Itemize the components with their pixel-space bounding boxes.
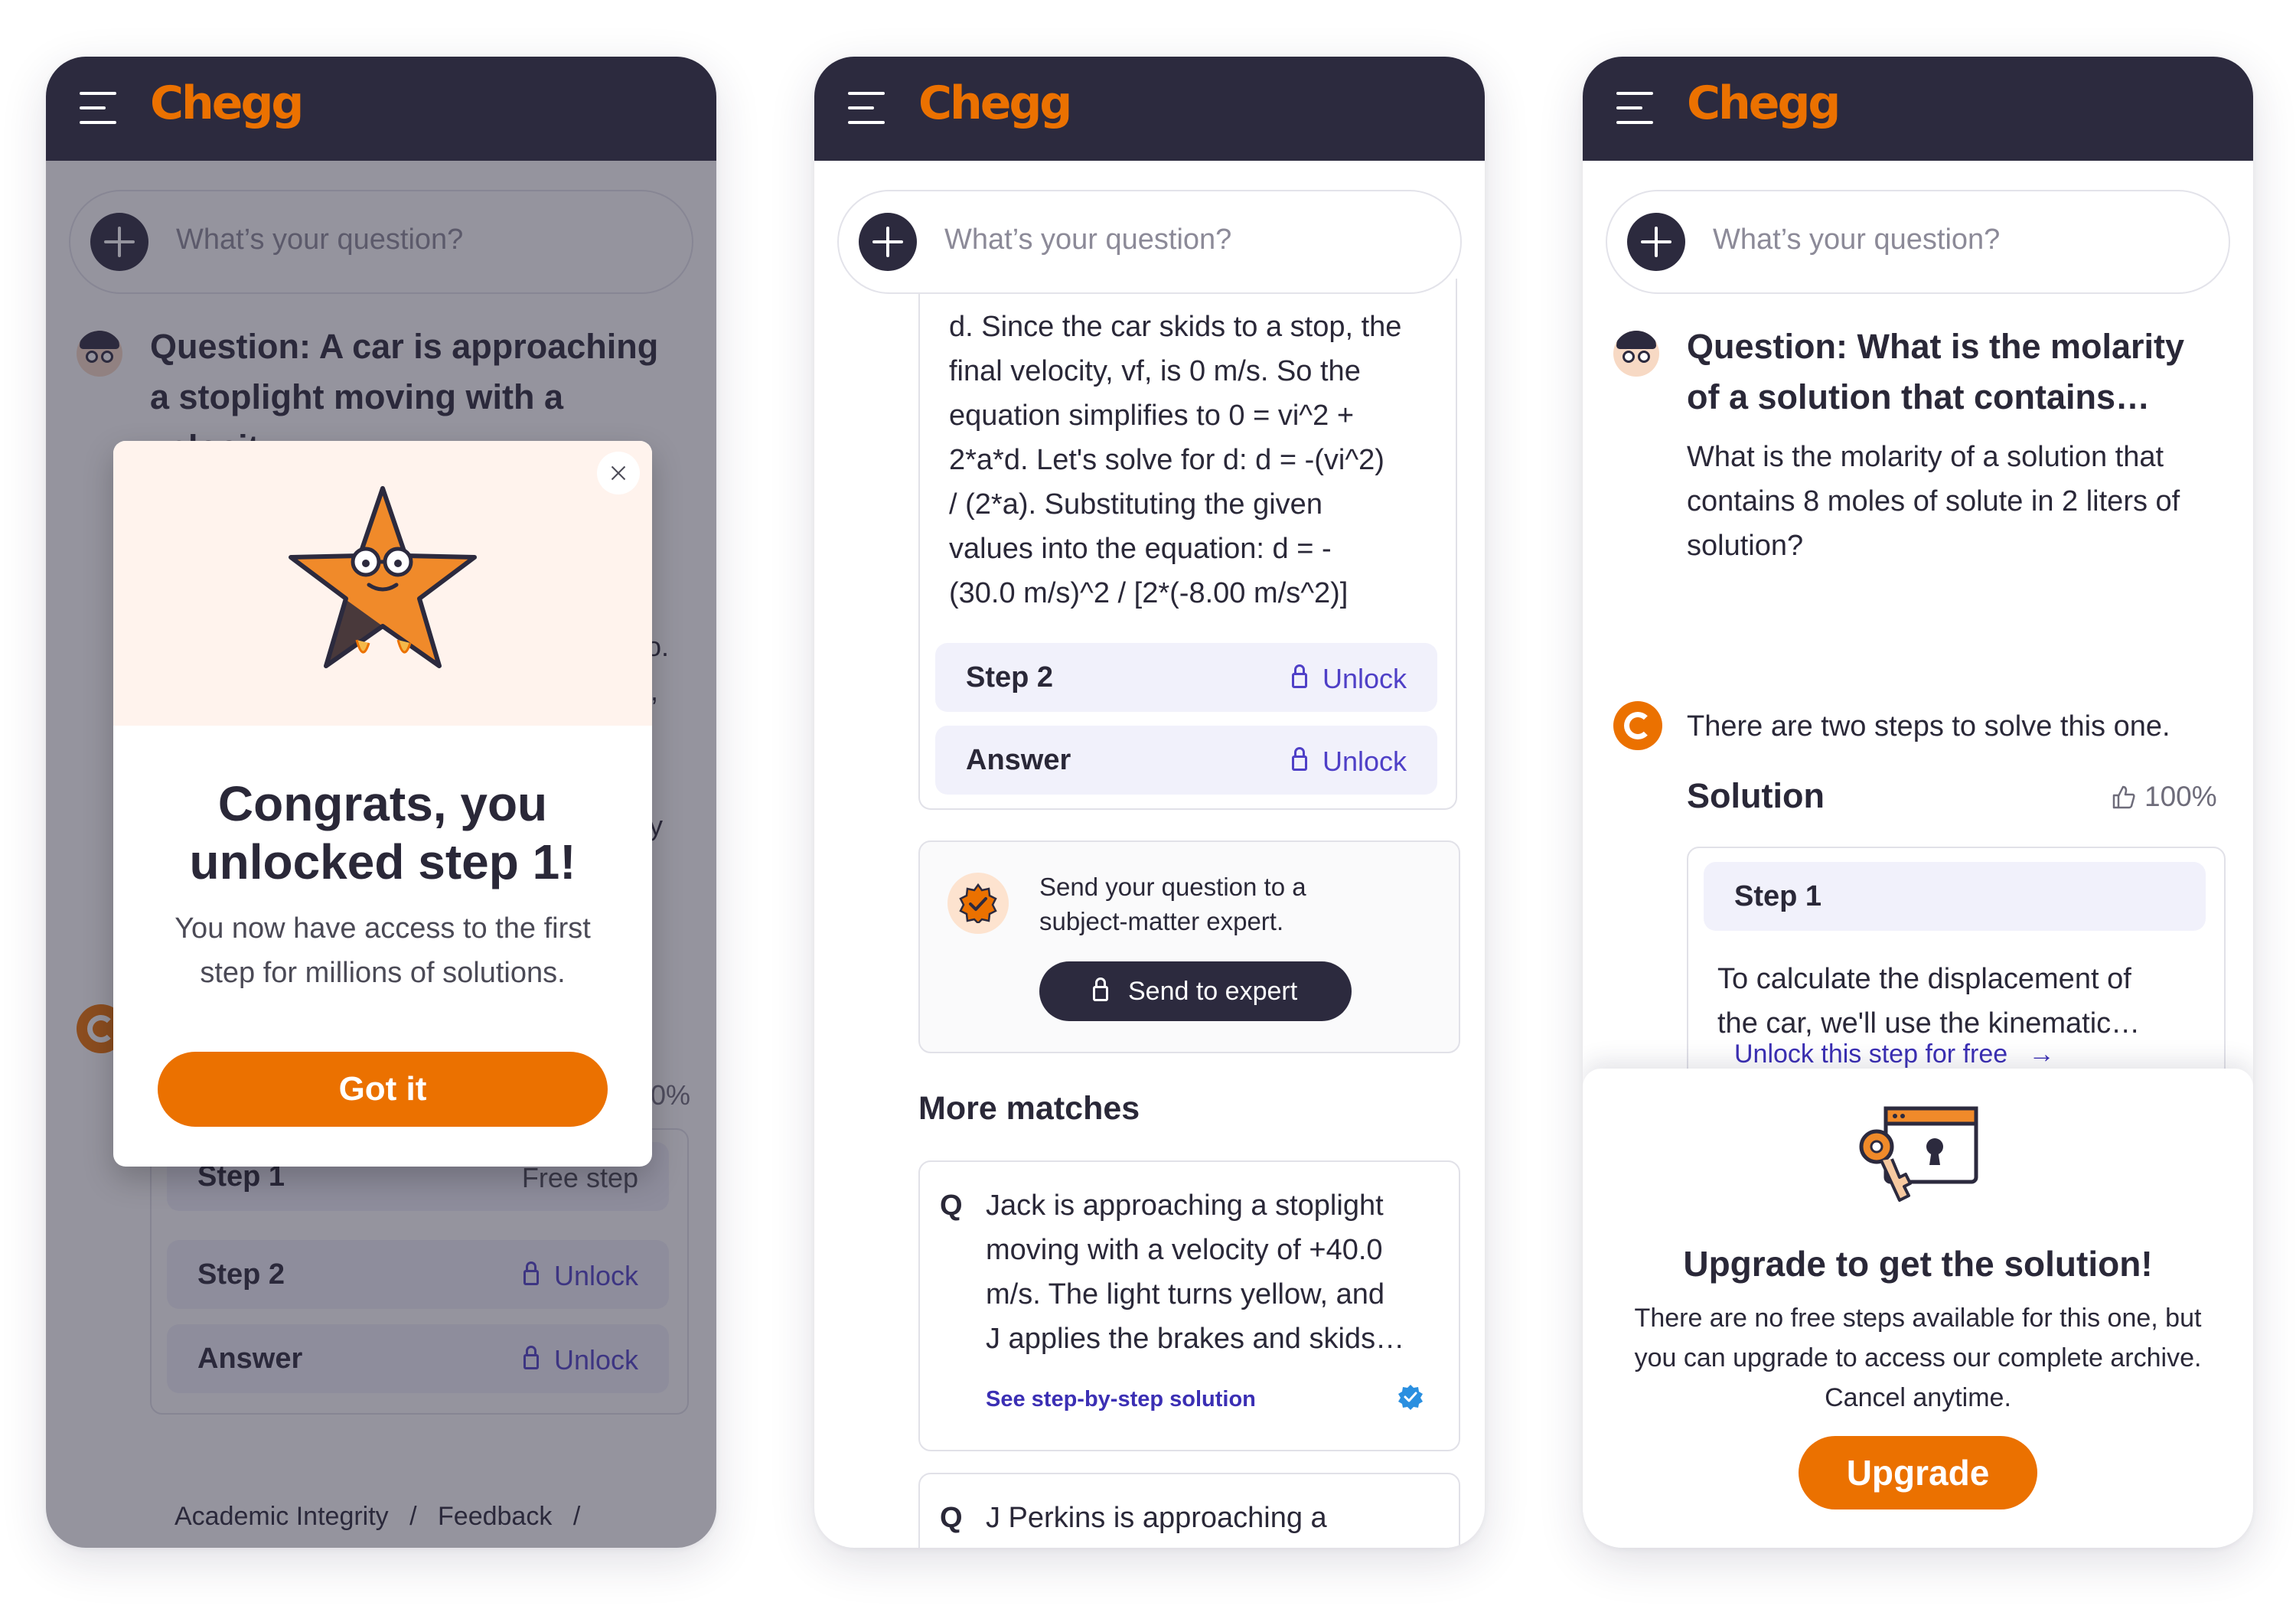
- plus-icon[interactable]: [859, 213, 917, 271]
- verified-badge-icon: [1398, 1385, 1423, 1410]
- screen-solution-scroll: Chegg d. Since the car skids to a stop, …: [814, 57, 1485, 1548]
- question-search-bar[interactable]: What’s your question?: [1606, 190, 2230, 294]
- close-icon[interactable]: [597, 452, 640, 494]
- match-question-text: J Perkins is approaching a: [986, 1502, 1327, 1534]
- lock-icon: [1093, 977, 1108, 1001]
- top-nav-bar: Chegg: [46, 57, 716, 161]
- menu-icon[interactable]: [1616, 89, 1653, 127]
- menu-icon[interactable]: [848, 89, 885, 127]
- unlock-button[interactable]: Unlock: [1291, 746, 1407, 778]
- chegg-logo[interactable]: Chegg: [1687, 77, 1841, 130]
- step-row-1: Step 1: [1704, 862, 2206, 931]
- unlock-button[interactable]: Unlock: [1291, 663, 1407, 695]
- modal-illustration-area: [113, 441, 652, 726]
- upgrade-description: There are no free steps available for th…: [1634, 1304, 2202, 1412]
- solution-heading: Solution: [1687, 776, 1825, 815]
- match-question-text: Jack is approaching a stoplight moving w…: [986, 1190, 1405, 1355]
- match-card[interactable]: Q J Perkins is approaching a: [918, 1473, 1460, 1548]
- top-nav-bar: Chegg: [814, 57, 1485, 161]
- step-preview-text: To calculate the displacement of the car…: [1717, 963, 2141, 1039]
- got-it-button[interactable]: Got it: [158, 1052, 608, 1127]
- top-nav-bar: Chegg: [1583, 57, 2253, 161]
- upgrade-button[interactable]: Upgrade: [1799, 1436, 2037, 1509]
- plus-icon[interactable]: [1627, 213, 1685, 271]
- lock-icon: [1291, 664, 1307, 688]
- see-solution-link[interactable]: See step-by-step solution: [986, 1387, 1256, 1412]
- chegg-logo[interactable]: Chegg: [150, 77, 304, 130]
- step-row-2[interactable]: Step 2 Unlock: [935, 643, 1437, 712]
- upgrade-sheet: Upgrade to get the solution! There are n…: [1583, 1069, 2253, 1548]
- answer-row[interactable]: Answer Unlock: [935, 726, 1437, 795]
- key-lock-illustration-icon: [1859, 1106, 1978, 1202]
- rating-percent: 100%: [2144, 781, 2217, 812]
- screen-unlocked-step: Chegg What’s your question? Question: A …: [46, 57, 716, 1548]
- avatar: [1613, 331, 1659, 377]
- search-placeholder: What’s your question?: [1713, 224, 2001, 256]
- lock-icon: [1291, 747, 1307, 771]
- send-to-expert-button[interactable]: Send to expert: [1039, 961, 1352, 1021]
- steps-intro: There are two steps to solve this one.: [1687, 710, 2170, 742]
- modal-description: You now have access to the first step fo…: [174, 912, 591, 989]
- question-body: What is the molarity of a solution that …: [1687, 441, 2180, 562]
- arrow-right-icon: →: [2028, 1039, 2055, 1069]
- question-q-icon: Q: [940, 1190, 963, 1222]
- send-to-expert-card: Send your question to a subject-matter e…: [918, 840, 1460, 1053]
- solution-text: d. Since the car skids to a stop, the fi…: [949, 311, 1402, 609]
- unlock-step-link[interactable]: Unlock this step for free →: [1734, 1039, 2055, 1069]
- expert-badge-icon: [947, 873, 1009, 934]
- step-label: Step 1: [1734, 880, 1822, 912]
- screen-upgrade-prompt: Chegg What’s your question? Question: Wh…: [1583, 57, 2253, 1548]
- more-matches-heading: More matches: [918, 1090, 1140, 1127]
- question-title: Question: What is the molarity of a solu…: [1687, 327, 2185, 416]
- match-card[interactable]: Q Jack is approaching a stoplight moving…: [918, 1160, 1460, 1451]
- search-placeholder: What’s your question?: [944, 224, 1232, 256]
- step-label: Step 2: [966, 661, 1054, 694]
- menu-icon[interactable]: [80, 89, 116, 127]
- thumbs-up-icon: [2112, 785, 2135, 809]
- congrats-modal: Congrats, you unlocked step 1! You now h…: [113, 441, 652, 1167]
- question-q-icon: Q: [940, 1502, 963, 1534]
- step-label: Answer: [966, 744, 1071, 776]
- star-mascot-icon: [289, 486, 477, 668]
- upgrade-title: Upgrade to get the solution!: [1683, 1244, 2153, 1284]
- question-search-bar[interactable]: What’s your question?: [837, 190, 1462, 294]
- chegg-logo[interactable]: Chegg: [918, 77, 1072, 130]
- expert-prompt-text: Send your question to a subject-matter e…: [1039, 873, 1306, 935]
- modal-title: Congrats, you unlocked step 1!: [189, 776, 576, 889]
- chegg-c-icon: [1613, 701, 1662, 750]
